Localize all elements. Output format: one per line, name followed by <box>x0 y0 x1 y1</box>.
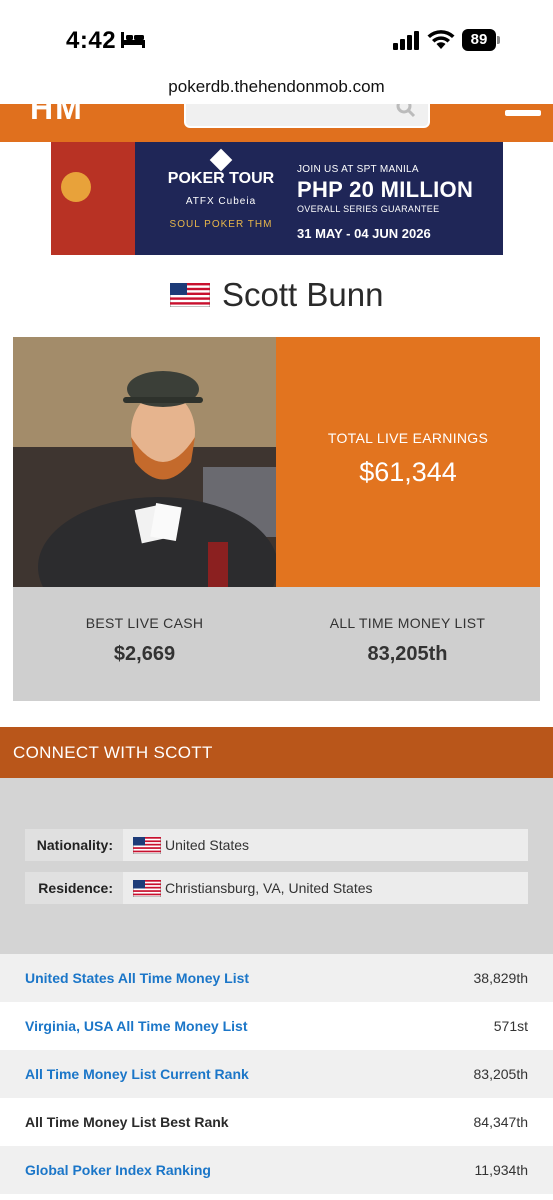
nationality-text: United States <box>165 837 250 853</box>
ranking-row: All Time Money List Best Rank 84,347th <box>0 1098 553 1146</box>
banner-brand: POKER TOUR <box>167 170 275 187</box>
ranking-value: 38,829th <box>473 970 529 986</box>
ranking-label[interactable]: Global Poker Index Ranking <box>25 1146 211 1194</box>
all-time-money-list-value: 83,205th <box>367 643 448 665</box>
best-live-cash-value: $2,669 <box>113 643 176 665</box>
ranking-label: All Time Money List Best Rank <box>25 1114 229 1130</box>
ranking-row[interactable]: United States All Time Money List 38,829… <box>0 954 553 1002</box>
us-flag-icon <box>133 836 161 854</box>
ranking-row[interactable]: All Time Money List Current Rank 83,205t… <box>0 1050 553 1098</box>
ranking-value: 571st <box>493 1018 528 1034</box>
menu-icon[interactable] <box>505 110 541 116</box>
banner-ad[interactable]: POKER TOUR ATFX Cubeia SOUL POKER THM JO… <box>51 142 503 255</box>
url-bar[interactable]: pokerdb.thehendonmob.com <box>0 70 553 104</box>
banner-guarantee: OVERALL SERIES GUARANTEE <box>297 204 440 214</box>
connect-heading[interactable]: CONNECT WITH SCOTT <box>0 727 553 778</box>
ranking-value: 83,205th <box>473 1066 529 1082</box>
banner-brand-block: POKER TOUR ATFX Cubeia SOUL POKER THM <box>151 148 291 250</box>
banner-prize: PHP 20 MILLION <box>297 177 474 202</box>
status-bar: 4:42 89 <box>0 0 553 70</box>
residence-value: Christiansburg, VA, United States <box>133 872 373 904</box>
ranking-value: 84,347th <box>473 1114 529 1130</box>
all-time-money-list: ALL TIME MONEY LIST 83,205th <box>276 615 539 666</box>
banner-dates: 31 MAY - 04 JUN 2026 <box>297 226 431 241</box>
total-live-earnings-value: $61,344 <box>359 457 457 487</box>
player-photo-illustration <box>13 337 276 587</box>
residence-row: Residence: Christiansburg, VA, United St… <box>25 872 528 904</box>
best-live-cash-label: BEST LIVE CASH <box>85 615 204 631</box>
all-time-money-list-label: ALL TIME MONEY LIST <box>329 615 486 631</box>
site-logo[interactable]: HM <box>30 104 84 127</box>
site-header: HM <box>0 104 553 142</box>
banner-art-sun <box>61 172 91 202</box>
nationality-label: Nationality: <box>25 829 123 861</box>
signal-icon <box>393 31 419 50</box>
ranking-row[interactable]: Global Poker Index Ranking 11,934th <box>0 1146 553 1194</box>
banner-join-text: JOIN US AT SPT MANILA <box>297 164 419 175</box>
player-photo <box>13 337 276 587</box>
search-input[interactable] <box>184 104 430 128</box>
best-live-cash: BEST LIVE CASH $2,669 <box>13 615 276 666</box>
battery-level: 89 <box>462 29 496 51</box>
nationality-value: United States <box>133 829 249 861</box>
sigma-logo-icon <box>209 148 233 172</box>
total-live-earnings-card: TOTAL LIVE EARNINGS $61,344 <box>276 337 540 587</box>
player-name: Scott Bunn <box>222 276 384 313</box>
secondary-stats: BEST LIVE CASH $2,669 ALL TIME MONEY LIS… <box>13 587 540 701</box>
player-info: Nationality: United States Residence: Ch… <box>0 778 553 954</box>
residence-label: Residence: <box>25 872 123 904</box>
us-flag-icon <box>169 283 210 307</box>
battery-icon: 89 <box>462 29 500 51</box>
status-time: 4:42 <box>66 27 117 54</box>
residence-text: Christiansburg, VA, United States <box>165 880 373 896</box>
bed-icon <box>121 32 145 48</box>
ranking-label[interactable]: Virginia, USA All Time Money List <box>25 1002 248 1050</box>
ranking-label[interactable]: All Time Money List Current Rank <box>25 1050 249 1098</box>
player-header: Scott Bunn <box>0 276 553 320</box>
banner-partners: ATFX Cubeia <box>185 196 257 207</box>
total-live-earnings-label: TOTAL LIVE EARNINGS <box>327 430 489 446</box>
banner-partners-2: SOUL POKER THM <box>169 219 273 230</box>
battery-cap <box>497 36 500 44</box>
ranking-row[interactable]: Virginia, USA All Time Money List 571st <box>0 1002 553 1050</box>
us-flag-icon <box>133 879 161 897</box>
ranking-label[interactable]: United States All Time Money List <box>25 954 249 1002</box>
nationality-row: Nationality: United States <box>25 829 528 861</box>
banner-copy: JOIN US AT SPT MANILA PHP 20 MILLION OVE… <box>297 164 497 241</box>
search-icon[interactable] <box>395 104 417 118</box>
ranking-value: 11,934th <box>474 1162 528 1178</box>
banner-art <box>51 142 135 255</box>
wifi-icon <box>427 30 455 49</box>
